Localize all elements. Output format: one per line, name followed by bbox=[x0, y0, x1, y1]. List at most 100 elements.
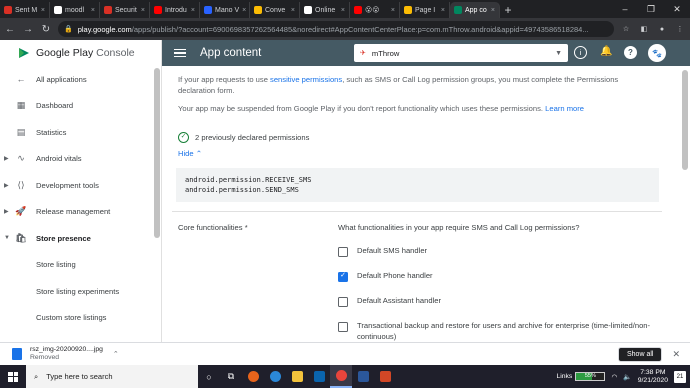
forward-icon[interactable]: → bbox=[22, 24, 34, 35]
play-console-brand[interactable]: Google Play Console bbox=[0, 40, 161, 66]
close-tab-icon[interactable]: × bbox=[91, 7, 95, 14]
sidebar-item[interactable]: ▶ 🚀 Release management bbox=[0, 199, 161, 226]
browser-tab[interactable]: Securit × bbox=[100, 2, 150, 18]
sidebar-item[interactable]: ▦ Dashboard bbox=[0, 93, 161, 120]
page-scrollbar[interactable] bbox=[682, 70, 688, 170]
caret-right-icon[interactable]: ▶ bbox=[4, 208, 9, 215]
close-tab-icon[interactable]: × bbox=[191, 7, 195, 14]
close-window-button[interactable]: ✕ bbox=[664, 0, 690, 18]
account-avatar[interactable]: 🐾 bbox=[648, 44, 666, 62]
sidebar-subitem[interactable]: Store listing experiments bbox=[0, 278, 161, 305]
learn-more-link[interactable]: Learn more bbox=[545, 104, 584, 113]
checkbox[interactable] bbox=[338, 246, 348, 257]
notifications-bell-icon[interactable]: 🔔 bbox=[600, 46, 612, 57]
sidebar-subitem[interactable]: Store listing bbox=[0, 252, 161, 279]
taskbar-search[interactable]: ⌕ Type here to search bbox=[26, 365, 198, 388]
start-button[interactable] bbox=[0, 365, 26, 388]
mail-icon[interactable] bbox=[308, 365, 330, 388]
option-label: Transactional backup and restore for use… bbox=[357, 321, 651, 341]
reload-icon[interactable]: ↻ bbox=[40, 24, 52, 35]
sidebar-item[interactable]: ▤ Statistics bbox=[0, 119, 161, 146]
sensitive-permissions-link[interactable]: sensitive permissions bbox=[270, 75, 342, 84]
maximize-button[interactable]: ❐ bbox=[638, 0, 664, 18]
close-icon[interactable]: ✕ bbox=[672, 349, 680, 360]
browser-tab[interactable]: Sent M × bbox=[0, 2, 50, 18]
powerpoint-icon[interactable] bbox=[374, 365, 396, 388]
functionality-option[interactable]: Default SMS handler bbox=[338, 246, 668, 257]
checkbox[interactable] bbox=[338, 296, 348, 307]
sidebar-subitem[interactable]: Custom store listings bbox=[0, 305, 161, 332]
edge-icon[interactable] bbox=[264, 365, 286, 388]
browser-tab-strip: Sent M × moodl × Securit × Introdu × Mano V × Conv… bbox=[0, 0, 690, 18]
chevron-up-icon[interactable]: ⌃ bbox=[113, 350, 119, 358]
browser-tab[interactable]: 😮😮 × bbox=[350, 2, 400, 18]
sidebar-item[interactable]: ▶ ∿ Android vitals bbox=[0, 146, 161, 173]
menu-icon[interactable]: ⋮ bbox=[674, 23, 686, 35]
checkbox[interactable]: ✓ bbox=[338, 271, 348, 282]
app-icon-orange[interactable] bbox=[242, 365, 264, 388]
close-tab-icon[interactable]: × bbox=[391, 7, 395, 14]
close-tab-icon[interactable]: × bbox=[341, 7, 345, 14]
close-tab-icon[interactable]: × bbox=[441, 7, 445, 14]
info-icon[interactable]: i bbox=[574, 46, 587, 59]
page-title: App content bbox=[200, 47, 262, 59]
file-explorer-icon[interactable] bbox=[286, 365, 308, 388]
suspension-warning: Your app may be suspended from Google Pl… bbox=[178, 104, 648, 115]
chrome-icon[interactable] bbox=[330, 365, 352, 388]
help-icon[interactable]: ? bbox=[624, 46, 637, 59]
close-tab-icon[interactable]: × bbox=[41, 7, 45, 14]
checkbox[interactable] bbox=[338, 321, 348, 332]
nav-icon: ▤ bbox=[16, 126, 26, 137]
browser-tab[interactable]: Page I × bbox=[400, 2, 450, 18]
word-icon[interactable] bbox=[352, 365, 374, 388]
close-tab-icon[interactable]: × bbox=[141, 7, 145, 14]
browser-tab[interactable]: Online × bbox=[300, 2, 350, 18]
functionality-option[interactable]: Default Assistant handler bbox=[338, 296, 668, 307]
sidebar: Google Play Console ← All applications ▦ Da… bbox=[0, 40, 162, 342]
youtube-icon bbox=[354, 6, 362, 14]
browser-tab[interactable]: Introdu × bbox=[150, 2, 200, 18]
new-tab-button[interactable]: + bbox=[500, 2, 516, 18]
download-item[interactable]: rsz_img-20200920....jpg Removed bbox=[30, 346, 103, 362]
hide-toggle[interactable]: Hide ⌃ bbox=[178, 149, 202, 158]
links-toolbar[interactable]: Links 55% bbox=[556, 372, 606, 381]
sidebar-item[interactable]: ▶ ⟨⟩ Development tools bbox=[0, 172, 161, 199]
wifi-icon[interactable]: ◠ bbox=[611, 373, 617, 381]
system-tray: Links 55% ◠ 🔈 7:38 PM 9/21/2020 21 bbox=[556, 369, 690, 385]
window-controls: – ❐ ✕ bbox=[612, 0, 690, 18]
sidebar-item[interactable]: ← All applications bbox=[0, 66, 161, 93]
functionality-option[interactable]: Transactional backup and restore for use… bbox=[338, 321, 668, 342]
extension-icon[interactable]: ◧ bbox=[638, 23, 650, 35]
browser-tab[interactable]: App co × bbox=[450, 2, 500, 18]
caret-right-icon[interactable]: ▶ bbox=[4, 182, 9, 189]
functionality-option[interactable]: ✓ Default Phone handler bbox=[338, 271, 668, 282]
lock-icon: 🔒 bbox=[64, 26, 73, 33]
profile-icon[interactable]: ● bbox=[656, 23, 668, 35]
address-bar[interactable]: 🔒 play.google.com/apps/publish/?account=… bbox=[58, 21, 614, 37]
browser-tab[interactable]: Mano V × bbox=[200, 2, 250, 18]
chevron-up-icon: ⌃ bbox=[195, 149, 203, 158]
browser-tab[interactable]: moodl × bbox=[50, 2, 100, 18]
notification-center-icon[interactable]: 21 bbox=[674, 370, 686, 383]
tab-title: Conve bbox=[265, 6, 286, 14]
close-tab-icon[interactable]: × bbox=[491, 7, 495, 14]
app-selector[interactable]: ✈ mThrow ▼ bbox=[354, 44, 568, 62]
back-icon[interactable]: ← bbox=[4, 24, 16, 35]
minimize-button[interactable]: – bbox=[612, 0, 638, 18]
show-all-button[interactable]: Show all bbox=[617, 346, 663, 362]
app-content-panel: If your app requests to use sensitive pe… bbox=[172, 66, 670, 342]
volume-icon[interactable]: 🔈 bbox=[623, 373, 631, 381]
close-tab-icon[interactable]: × bbox=[242, 7, 246, 14]
sidebar-scrollbar[interactable] bbox=[154, 68, 160, 238]
nav-icon: ∿ bbox=[17, 153, 25, 164]
browser-tab[interactable]: Conve × bbox=[250, 2, 300, 18]
caret-right-icon[interactable]: ▶ bbox=[4, 155, 9, 162]
hamburger-menu-icon[interactable] bbox=[174, 48, 186, 58]
sidebar-item[interactable]: ▼ 🛍 Store presence bbox=[0, 225, 161, 252]
caret-down-icon[interactable]: ▼ bbox=[4, 235, 10, 241]
cortana-icon[interactable]: ○ bbox=[198, 365, 220, 388]
clock[interactable]: 7:38 PM 9/21/2020 bbox=[638, 369, 668, 385]
close-tab-icon[interactable]: × bbox=[291, 7, 295, 14]
star-icon[interactable]: ☆ bbox=[620, 23, 632, 35]
task-view-icon[interactable]: ⧉ bbox=[220, 365, 242, 388]
